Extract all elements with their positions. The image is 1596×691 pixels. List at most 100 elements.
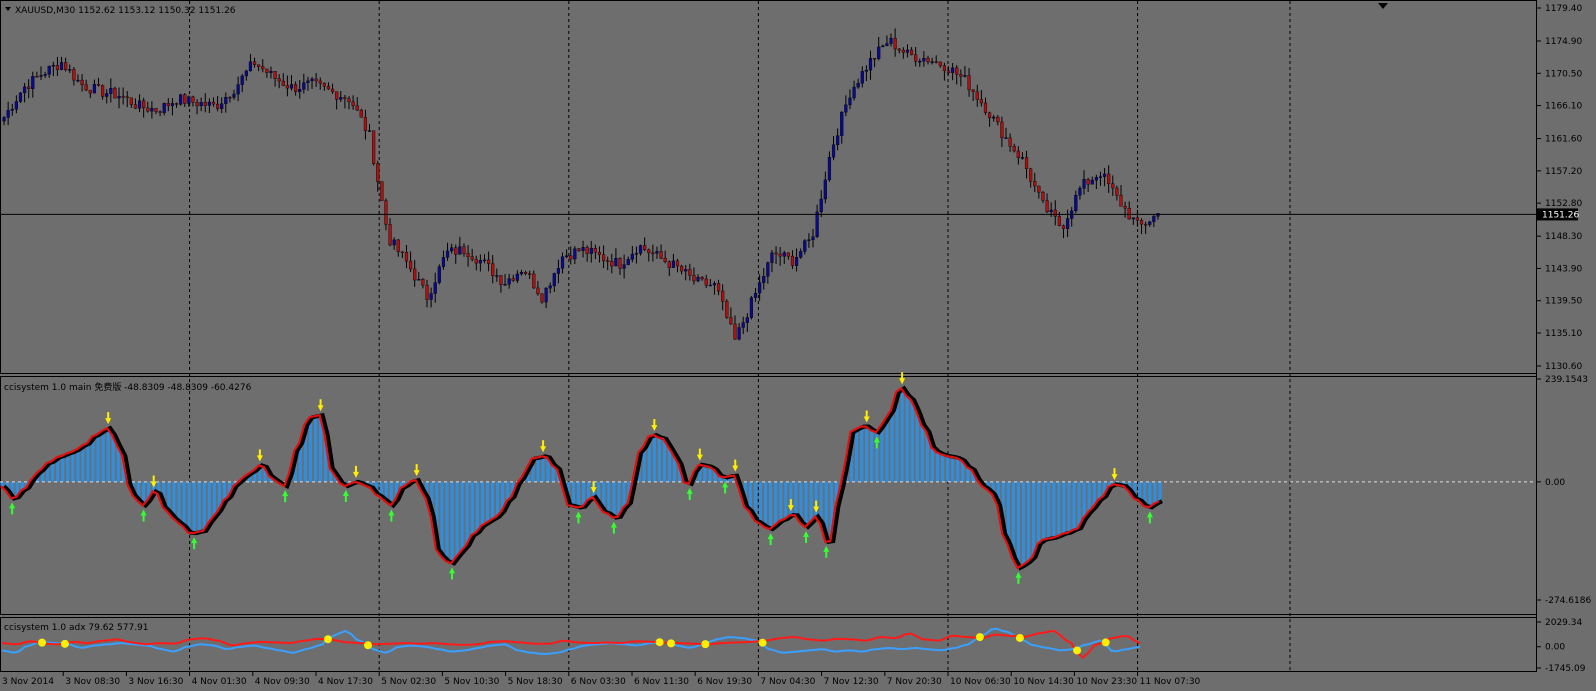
candle-body — [515, 273, 519, 281]
candle-body — [404, 252, 409, 262]
candle-body — [1152, 216, 1156, 222]
candle-body — [860, 71, 864, 84]
candle-body — [261, 66, 265, 70]
candle-body — [597, 252, 602, 255]
candle-body — [934, 61, 938, 63]
candle-body — [441, 257, 446, 267]
candle-body — [380, 181, 384, 201]
candle-body — [224, 96, 228, 104]
candle-body — [466, 253, 470, 257]
candle-body — [1041, 192, 1045, 201]
candle-body — [848, 97, 852, 106]
candle-body — [474, 259, 478, 264]
candle-body — [88, 89, 92, 94]
candle-body — [43, 74, 47, 76]
candle-body — [844, 104, 848, 113]
candle-body — [823, 179, 827, 200]
candle-body — [905, 49, 910, 53]
candle-body — [1016, 150, 1020, 159]
candle-body — [577, 248, 581, 251]
candle-body — [215, 103, 220, 109]
candle-body — [248, 61, 253, 72]
candle-body — [445, 250, 450, 258]
candle-body — [540, 293, 544, 303]
candle-body — [1029, 168, 1033, 182]
candle-body — [174, 103, 179, 105]
candle-body — [1057, 216, 1061, 226]
candle-body — [302, 82, 306, 90]
candle-body — [778, 253, 782, 257]
price-tick-label: 1130.60 — [1545, 362, 1582, 372]
candle-body — [601, 254, 606, 261]
cci-tick-label: -274.6186 — [1545, 596, 1591, 606]
candle-body — [946, 70, 951, 73]
candle-body — [454, 247, 458, 255]
candle-body — [630, 253, 634, 260]
candle-body — [511, 278, 515, 281]
candle-body — [581, 247, 585, 251]
candle-body — [150, 108, 154, 112]
time-label: 5 Nov 10:30 — [444, 677, 499, 687]
candle-body — [55, 65, 60, 70]
time-label: 7 Nov 04:30 — [760, 677, 815, 687]
candle-body — [1082, 179, 1086, 189]
symbol-header: XAUUSD,M30 1152.62 1153.12 1150.32 1151.… — [15, 6, 236, 16]
candle-body — [938, 61, 942, 66]
trading-chart[interactable]: 1179.40 1174.90 1170.50 1166.10 1161.60 1157.… — [0, 0, 1596, 691]
candle-body — [926, 57, 930, 63]
candle-body — [815, 211, 819, 237]
candle-body — [335, 91, 339, 100]
cci-tick-label: 239.1543 — [1545, 375, 1588, 385]
adx-cross-marker-icon — [1073, 646, 1082, 655]
time-label: 6 Nov 11:30 — [634, 677, 689, 687]
candle-body — [643, 245, 647, 251]
candle-body — [733, 323, 737, 340]
candle-body — [774, 252, 778, 255]
candle-body — [1061, 225, 1066, 229]
candle-body — [314, 78, 318, 82]
candle-body — [1144, 223, 1148, 226]
candle-body — [868, 58, 873, 71]
candle-body — [606, 260, 610, 262]
candle-body — [10, 109, 14, 111]
time-label: 10 Nov 14:30 — [1013, 677, 1074, 687]
candle-body — [458, 246, 462, 255]
time-label: 4 Nov 09:30 — [255, 677, 310, 687]
candle-body — [84, 84, 88, 91]
candle-body — [289, 84, 294, 89]
candle-body — [207, 101, 211, 106]
adx-tick-label: 0.00 — [1545, 643, 1565, 653]
candle-body — [1012, 146, 1016, 152]
candle-body — [852, 86, 856, 99]
candle-body — [836, 135, 840, 145]
candle-body — [729, 317, 733, 325]
candle-body — [232, 93, 236, 98]
candle-body — [634, 253, 639, 255]
candle-body — [244, 70, 248, 77]
candle-body — [1135, 217, 1140, 221]
candle-body — [667, 261, 671, 268]
adx-cross-marker-icon — [323, 635, 332, 644]
candle-body — [1090, 179, 1094, 185]
candle-body — [236, 84, 240, 95]
candle-body — [1131, 217, 1135, 220]
candle-body — [183, 94, 187, 104]
candle-body — [573, 248, 577, 260]
candle-body — [704, 278, 708, 286]
candle-body — [585, 247, 589, 254]
candle-body — [807, 239, 811, 241]
candle-body — [901, 49, 905, 53]
candle-body — [799, 251, 803, 258]
candle-body — [1024, 157, 1029, 169]
candle-body — [556, 268, 561, 274]
candle-body — [528, 273, 532, 275]
candle-body — [306, 80, 310, 83]
candle-body — [942, 65, 947, 71]
candle-body — [909, 49, 914, 56]
candle-body — [918, 60, 922, 63]
candle-body — [413, 268, 417, 281]
candle-body — [1098, 176, 1103, 178]
candle-body — [840, 111, 844, 136]
candle-body — [893, 37, 897, 50]
candle-body — [770, 252, 774, 263]
